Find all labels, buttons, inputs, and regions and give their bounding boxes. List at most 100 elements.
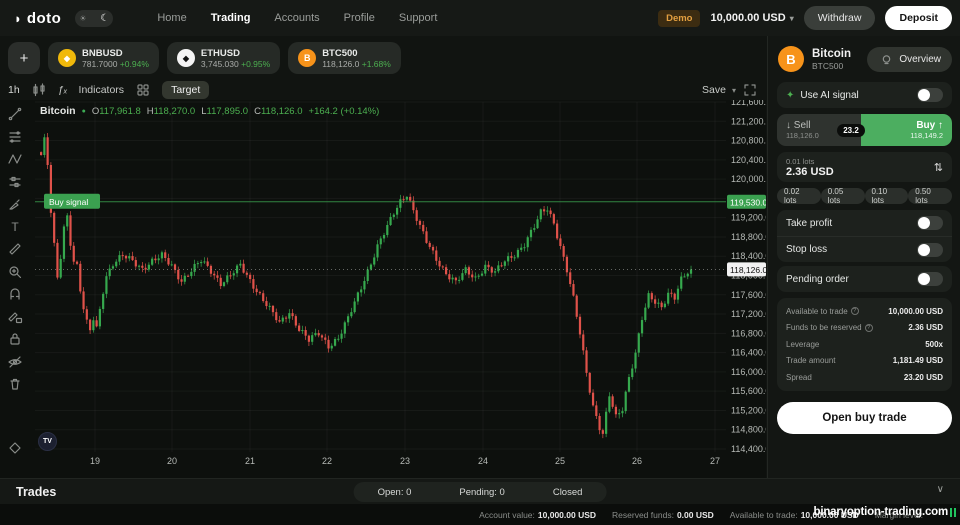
fullscreen-icon[interactable]: [742, 82, 758, 98]
svg-text:119,200.0: 119,200.0: [731, 213, 766, 223]
svg-text:119,530.0: 119,530.0: [730, 197, 766, 207]
ruler-icon[interactable]: [7, 241, 23, 257]
nav-accounts[interactable]: Accounts: [274, 12, 319, 24]
layout-grid-icon[interactable]: [135, 82, 151, 98]
object-tree-icon[interactable]: [7, 440, 23, 456]
status-dot-icon: ●: [82, 108, 86, 115]
xabcd-pattern-icon[interactable]: [7, 151, 23, 167]
add-asset-button[interactable]: +: [8, 42, 40, 74]
svg-text:20: 20: [167, 456, 177, 466]
svg-text:Buy signal: Buy signal: [49, 197, 88, 207]
chart-toolbar: 1h ƒₓ Indicators Target: [8, 80, 209, 100]
svg-text:117,600.0: 117,600.0: [731, 290, 766, 300]
nav-trading[interactable]: Trading: [211, 12, 251, 24]
buy-arrow-icon: ↑: [938, 120, 943, 131]
pending-order-card: Pending order: [777, 266, 952, 292]
svg-text:118,800.0: 118,800.0: [731, 232, 766, 242]
buy-button[interactable]: Buy ↑ 118,149.2: [861, 114, 952, 146]
chart-panel: 121,600.0121,200.0120,800.0120,400.0120,…: [0, 100, 766, 478]
asset-price: 3,745.030 +0.95%: [201, 59, 270, 69]
drawing-lock-icon[interactable]: [7, 309, 23, 325]
asset-price: 118,126.0 +1.68%: [322, 59, 391, 69]
pending-order-toggle[interactable]: [917, 272, 943, 286]
remove-all-icon[interactable]: [7, 376, 23, 392]
save-button[interactable]: Save: [702, 84, 726, 96]
magnet-icon[interactable]: [7, 286, 23, 302]
deposit-button[interactable]: Deposit: [885, 6, 952, 30]
collapse-chevron-icon[interactable]: ∨: [937, 484, 944, 495]
theme-toggle[interactable]: ☀ ☾: [75, 10, 113, 27]
target-button[interactable]: Target: [162, 81, 209, 99]
svg-text:118,400.0: 118,400.0: [731, 251, 766, 261]
lot-preset-002[interactable]: 0.02 lots: [777, 188, 821, 204]
tp-sl-card: Take profit Stop loss: [777, 210, 952, 262]
ai-signal-card: ✦ Use AI signal: [777, 82, 952, 108]
lot-preset-005[interactable]: 0.05 lots: [821, 188, 865, 204]
bnb-icon: ◆: [58, 49, 76, 67]
svg-text:26: 26: [632, 456, 642, 466]
ai-sparkle-icon: ✦: [786, 90, 794, 101]
nav-support[interactable]: Support: [399, 12, 438, 24]
svg-text:27: 27: [710, 456, 720, 466]
text-tool-icon[interactable]: T: [7, 219, 23, 235]
asset-symbol: ETHUSD: [201, 48, 270, 59]
overview-button[interactable]: Overview: [867, 47, 952, 72]
trades-title[interactable]: Trades: [16, 485, 56, 499]
trend-line-icon[interactable]: [7, 106, 23, 122]
candle-style-icon[interactable]: [31, 82, 47, 98]
svg-text:121,200.0: 121,200.0: [731, 116, 766, 126]
asset-change: +0.95%: [241, 59, 270, 69]
app-logo[interactable]: ◗ doto: [14, 10, 61, 27]
sell-arrow-icon: ↓: [786, 120, 791, 131]
tab-pending[interactable]: Pending: 0: [435, 487, 528, 498]
legend-symbol[interactable]: Bitcoin: [40, 105, 76, 117]
brush-icon[interactable]: [7, 196, 23, 212]
forecast-icon[interactable]: [7, 174, 23, 190]
asset-tab-ethusd[interactable]: ◆ ETHUSD 3,745.030 +0.95%: [167, 42, 280, 74]
info-icon[interactable]: ?: [865, 324, 873, 332]
bulb-icon: [878, 52, 894, 68]
tab-open[interactable]: Open: 0: [354, 487, 436, 498]
info-icon[interactable]: ?: [851, 307, 859, 315]
btc-icon: B: [298, 49, 316, 67]
indicators-button[interactable]: Indicators: [79, 84, 125, 96]
svg-text:120,000.0: 120,000.0: [731, 174, 766, 184]
asset-change: +1.68%: [362, 59, 391, 69]
fx-icon[interactable]: ƒₓ: [58, 84, 68, 96]
balance-value: 10,000.00 USD: [710, 12, 785, 24]
asset-price: 781.7000 +0.94%: [82, 59, 149, 69]
save-chevron-icon[interactable]: ▾: [732, 86, 736, 95]
asset-symbol: BTC500: [322, 48, 391, 59]
nav-profile[interactable]: Profile: [344, 12, 375, 24]
asset-tab-btc500[interactable]: B BTC500 118,126.0 +1.68%: [288, 42, 401, 74]
lot-preset-050[interactable]: 0.50 lots: [908, 188, 952, 204]
svg-text:21: 21: [245, 456, 255, 466]
open-buy-trade-button[interactable]: Open buy trade: [777, 402, 952, 434]
timeframe-button[interactable]: 1h: [8, 84, 20, 96]
account-balance-dropdown[interactable]: 10,000.00 USD ▾: [710, 12, 793, 24]
tab-closed[interactable]: Closed: [529, 487, 607, 498]
demo-badge: Demo: [658, 10, 700, 27]
take-profit-toggle[interactable]: [917, 216, 943, 230]
candlestick-chart[interactable]: 121,600.0121,200.0120,800.0120,400.0120,…: [0, 100, 766, 478]
logo-text: doto: [27, 10, 61, 27]
swap-units-icon[interactable]: ⇅: [934, 161, 943, 174]
lot-size-input[interactable]: 0.01 lots 2.36 USD ⇅: [777, 152, 952, 182]
stop-loss-toggle[interactable]: [917, 243, 943, 257]
withdraw-button[interactable]: Withdraw: [804, 6, 876, 30]
legend-change: +164.2 (+0.14%): [309, 106, 380, 117]
trades-section: Trades Open: 0 Pending: 0 Closed ∨: [0, 478, 960, 504]
zoom-in-icon[interactable]: [7, 264, 23, 280]
fib-lines-icon[interactable]: [7, 129, 23, 145]
reserved-funds: Reserved funds:0.00 USD: [612, 510, 714, 520]
ai-signal-toggle[interactable]: [917, 88, 943, 102]
top-nav: ◗ doto ☀ ☾ Home Trading Accounts Profile…: [0, 0, 960, 36]
nav-home[interactable]: Home: [157, 12, 186, 24]
svg-text:114,800.0: 114,800.0: [731, 425, 766, 435]
hide-all-icon[interactable]: [7, 354, 23, 370]
trade-info-card: Available to trade?10,000.00 USD Funds t…: [777, 298, 952, 391]
tradingview-logo[interactable]: TV: [38, 432, 57, 451]
lock-all-icon[interactable]: [7, 331, 23, 347]
asset-tab-bnbusd[interactable]: ◆ BNBUSD 781.7000 +0.94%: [48, 42, 159, 74]
lot-preset-010[interactable]: 0.10 lots: [865, 188, 909, 204]
